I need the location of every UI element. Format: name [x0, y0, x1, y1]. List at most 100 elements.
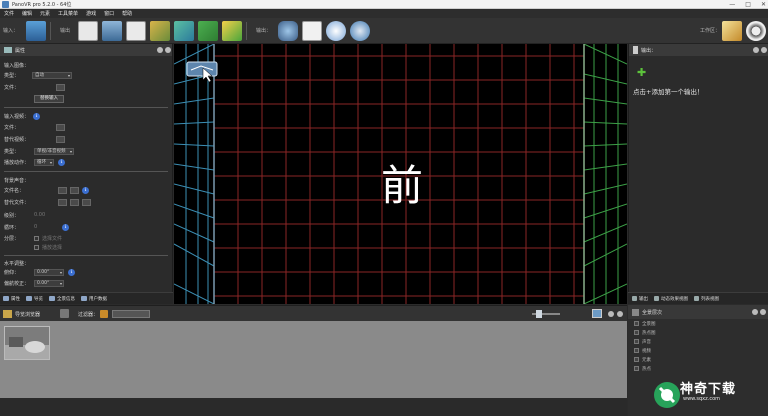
workspace-label: 工作区：: [700, 28, 721, 34]
title-bar: PanoVR pro 5.2.0 - 64位 — □ ✕: [0, 0, 768, 9]
watermark-text: 神奇下载: [680, 382, 737, 397]
list-item[interactable]: 视频: [628, 346, 768, 355]
tour-tab-icon: [26, 296, 32, 301]
audio-play-icon[interactable]: [58, 199, 67, 206]
panel-float-icon[interactable]: [753, 47, 759, 53]
horizon-heading: 水平调整：: [4, 261, 30, 267]
menu-file[interactable]: 文件: [4, 10, 14, 17]
menu-help[interactable]: 帮助: [122, 10, 132, 17]
tab-properties[interactable]: 属性: [3, 296, 20, 302]
panel-float-icon[interactable]: [157, 47, 163, 53]
browse-folder-icon[interactable]: [56, 84, 65, 91]
panel-close-icon[interactable]: [165, 47, 171, 53]
video-type-select[interactable]: 单视/非音视频: [34, 148, 74, 155]
choose-file-option: 选择文件: [42, 236, 63, 242]
slider-handle[interactable]: [536, 310, 542, 318]
tab-list-view[interactable]: 列表视图: [694, 296, 719, 302]
list-item[interactable]: 热点图: [628, 328, 768, 337]
binoculars-icon[interactable]: [278, 21, 298, 41]
filter-select[interactable]: [112, 310, 150, 318]
menu-tools[interactable]: 工具菜单: [58, 10, 78, 17]
tab-tour[interactable]: 导览: [26, 296, 43, 302]
panel-float-icon[interactable]: [752, 309, 758, 315]
menu-window[interactable]: 窗口: [104, 10, 114, 17]
input-label: 输入：: [3, 28, 19, 34]
divider: [4, 107, 168, 108]
info-icon[interactable]: i: [82, 187, 89, 194]
browse-folder-icon[interactable]: [82, 199, 91, 206]
list-item[interactable]: 热点: [628, 364, 768, 373]
tools-icon[interactable]: [198, 21, 218, 41]
list-item[interactable]: 全景图: [628, 319, 768, 328]
output-icon: [633, 46, 638, 54]
browse-folder-icon[interactable]: [56, 136, 65, 143]
info-icon[interactable]: i: [33, 113, 40, 120]
type-select[interactable]: 自动: [32, 72, 72, 79]
checkbox-icon[interactable]: [634, 348, 639, 353]
browser-footer: [0, 398, 627, 416]
checkbox-icon[interactable]: [634, 357, 639, 362]
tab-user-data[interactable]: 用户数据: [81, 296, 107, 302]
level-label: 级别：: [4, 213, 20, 219]
gauge-icon[interactable]: [326, 21, 346, 41]
tab-dynamic-view[interactable]: 动态效果视图: [654, 296, 688, 302]
menu-element[interactable]: 元素: [40, 10, 50, 17]
grid-view-icon[interactable]: [78, 21, 98, 41]
map-icon[interactable]: [222, 21, 242, 41]
panorama-viewport[interactable]: 前: [174, 44, 627, 304]
layout-icon[interactable]: [60, 309, 69, 318]
skin-editor-icon[interactable]: [174, 21, 194, 41]
tilt-input[interactable]: 0.00°: [34, 269, 64, 276]
info-card-icon[interactable]: [126, 21, 146, 41]
audio-stop-icon[interactable]: [70, 199, 79, 206]
file-label: 文件：: [4, 85, 20, 91]
main-toolbar: 输入： 输出 输出： 工作区：: [0, 18, 768, 44]
info-icon[interactable]: i: [68, 269, 75, 276]
panel-close-icon[interactable]: [761, 47, 767, 53]
list-item[interactable]: 声音: [628, 337, 768, 346]
browse-folder-icon[interactable]: [56, 124, 65, 131]
checkbox-icon[interactable]: [634, 366, 639, 371]
checkbox-icon[interactable]: [634, 330, 639, 335]
choose-file-checkbox[interactable]: [34, 236, 39, 241]
panorama-input-icon[interactable]: [26, 21, 46, 41]
workspace-icon[interactable]: [722, 21, 742, 41]
browse-folder-icon[interactable]: [70, 187, 79, 194]
hierarchy-icon[interactable]: [150, 21, 170, 41]
menu-edit[interactable]: 编辑: [22, 10, 32, 17]
image-view-icon[interactable]: [592, 309, 602, 318]
minimize-button[interactable]: —: [729, 1, 735, 8]
tab-panorama-info[interactable]: 全景信息: [49, 296, 75, 302]
filter-icon[interactable]: [100, 310, 108, 318]
panel-float-icon[interactable]: [608, 311, 614, 317]
menu-game[interactable]: 游戏: [86, 10, 96, 17]
tour-browser-area[interactable]: [0, 321, 627, 398]
properties-panel: 属性 输入图像： 类型： 自动 文件： 替换输入 输入视频： i 文件： 替代视…: [0, 44, 173, 304]
panel-close-icon[interactable]: [617, 311, 623, 317]
info-icon[interactable]: i: [62, 224, 69, 231]
panorama-thumbnail[interactable]: [4, 326, 50, 360]
clipboard-icon[interactable]: [302, 21, 322, 41]
play-mode-select[interactable]: 循环: [34, 159, 54, 166]
info-icon[interactable]: i: [58, 159, 65, 166]
checkbox-icon[interactable]: [634, 339, 639, 344]
checkbox-icon[interactable]: [634, 321, 639, 326]
panel-close-icon[interactable]: [760, 309, 766, 315]
film-reel-icon[interactable]: [746, 21, 766, 41]
list-item[interactable]: 元素: [628, 355, 768, 364]
roll-input[interactable]: 0.00°: [34, 280, 64, 287]
replace-input-button[interactable]: 替换输入: [34, 95, 64, 103]
properties-tabs: 属性 导览 全景信息 用户数据: [0, 292, 173, 304]
tab-output[interactable]: 输出: [632, 296, 648, 302]
maximize-button[interactable]: □: [745, 1, 751, 8]
level-value[interactable]: 0.00: [34, 212, 45, 218]
add-output-plus-icon[interactable]: ✚: [637, 66, 646, 79]
play-choose-checkbox[interactable]: [34, 245, 39, 250]
tour-icon[interactable]: [102, 21, 122, 41]
tour-navigator-icon[interactable]: [185, 58, 219, 82]
vr-view-icon[interactable]: [350, 21, 370, 41]
roll-label: 偏航校正：: [4, 281, 30, 287]
close-window-button[interactable]: ✕: [761, 1, 766, 8]
loop-value[interactable]: 0: [34, 224, 37, 230]
audio-play-icon[interactable]: [58, 187, 67, 194]
